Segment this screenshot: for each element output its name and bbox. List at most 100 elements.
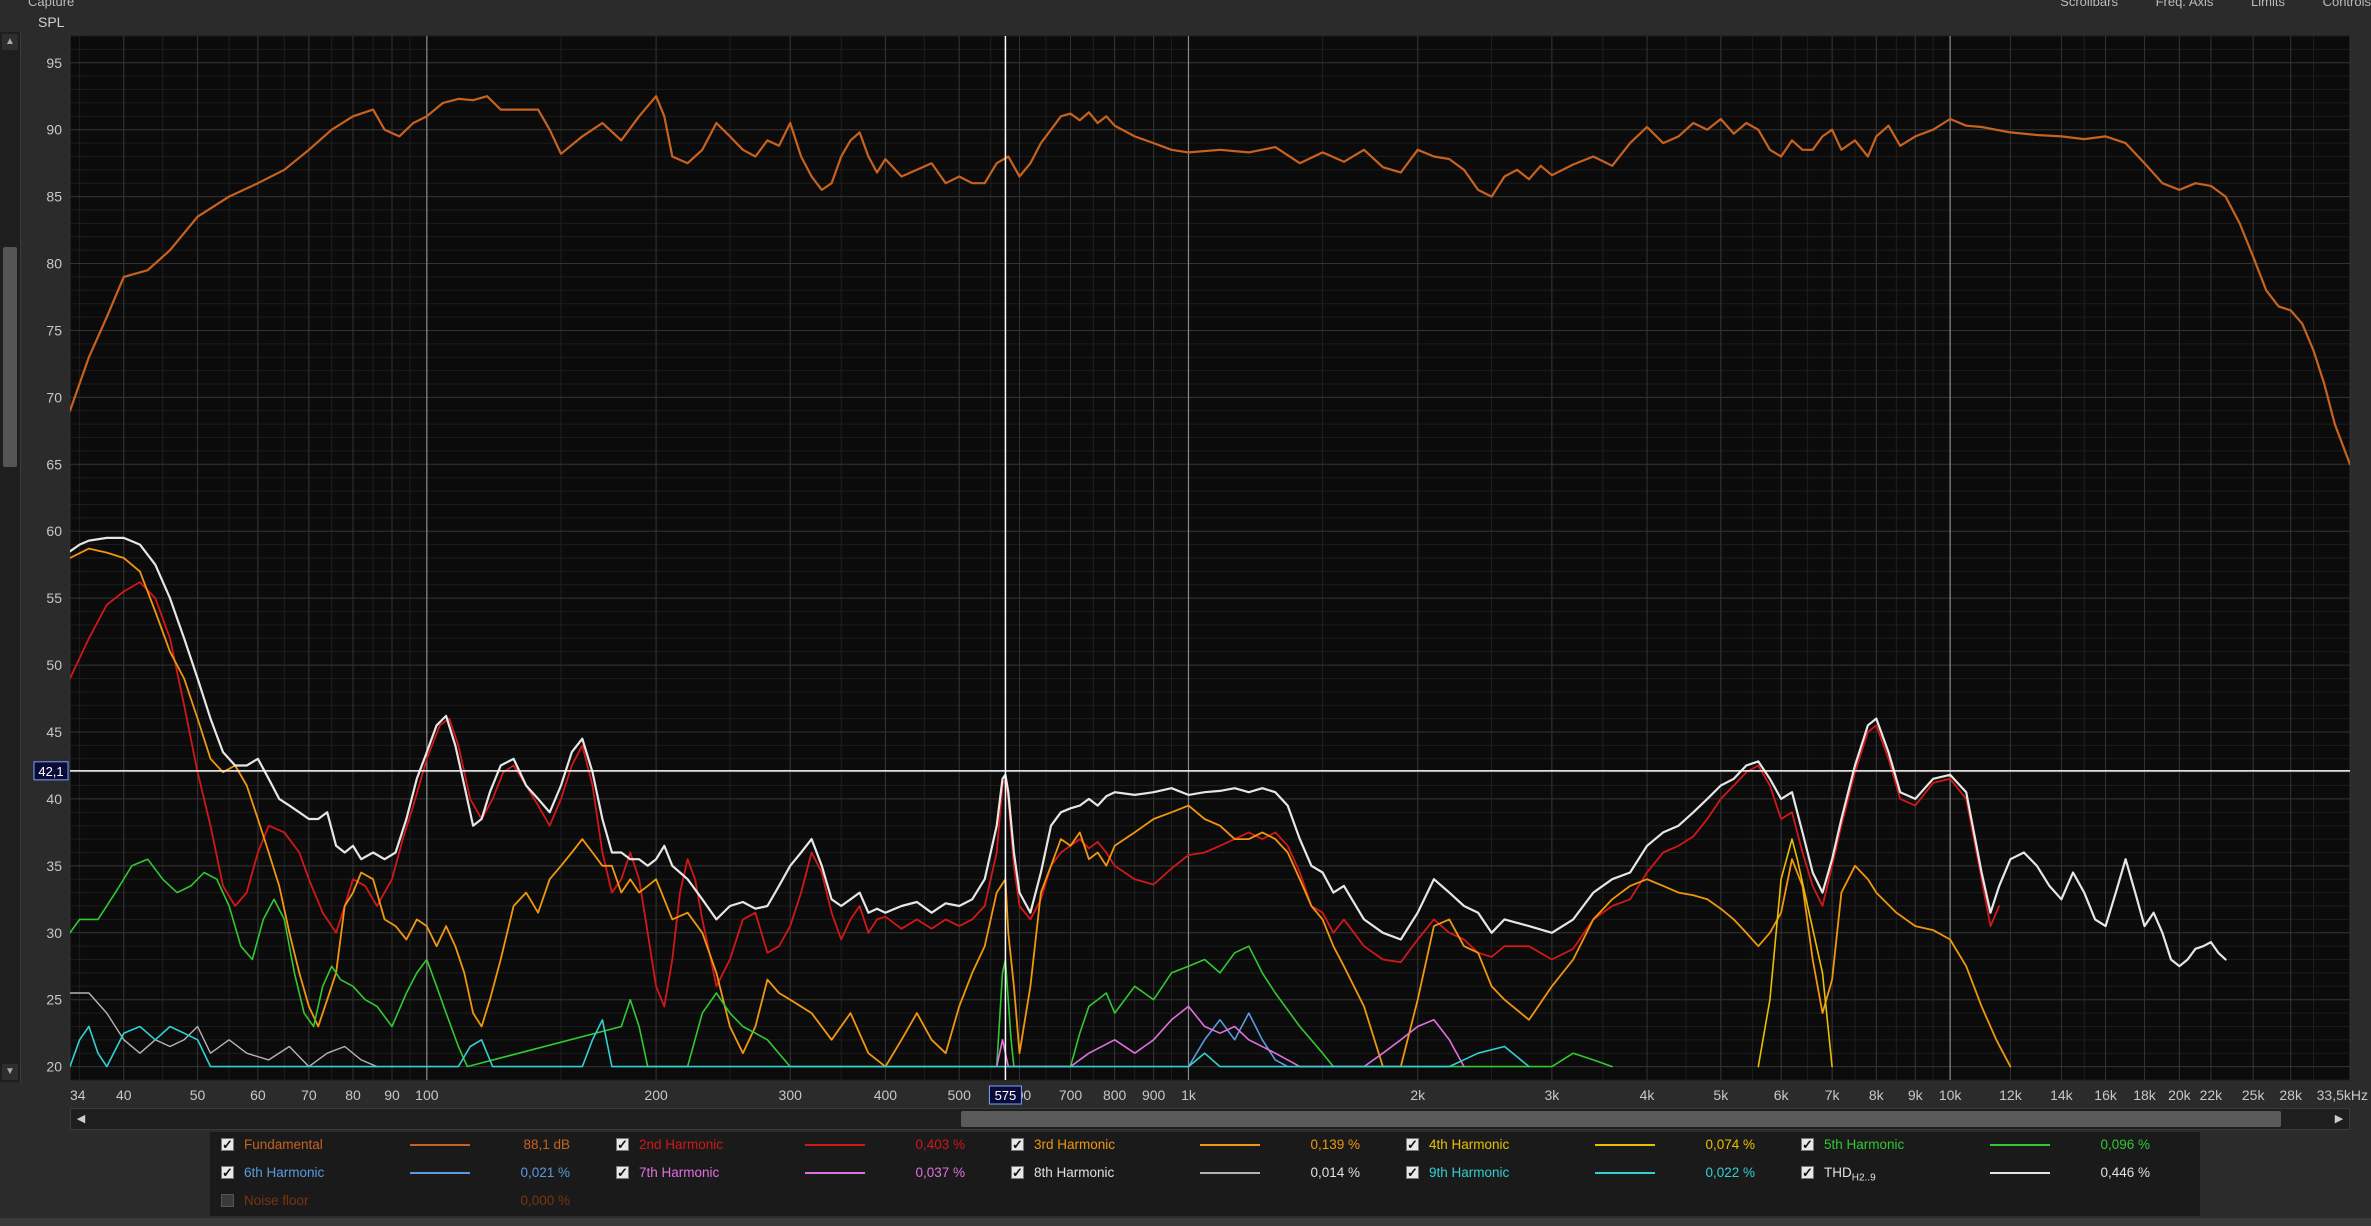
legend-item-fundamental[interactable]: ✓ Fundamental 88,1 dB [210, 1134, 605, 1156]
x-tick-label: 18k [2133, 1087, 2157, 1103]
y-tick-label: 25 [46, 992, 62, 1008]
legend-name: 8th Harmonic [1034, 1165, 1115, 1180]
x-tick-label: 8k [1869, 1087, 1885, 1103]
horizontal-scroll-thumb[interactable] [961, 1111, 2281, 1127]
legend-value: 88,1 dB [523, 1137, 570, 1152]
legend-value: 0,021 % [520, 1165, 570, 1180]
legend-item-h7[interactable]: ✓ 7th Harmonic 0,037 % [605, 1162, 1000, 1184]
y-tick-label: 45 [46, 724, 62, 740]
x-tick-label: 4k [1640, 1087, 1656, 1103]
legend-value: 0,037 % [915, 1165, 965, 1180]
legend-value: 0,446 % [2100, 1165, 2150, 1180]
legend-name: 9th Harmonic [1429, 1165, 1510, 1180]
horizontal-scrollbar[interactable]: ◀ ▶ [70, 1108, 2350, 1130]
legend-item-h5[interactable]: ✓ 5th Harmonic 0,096 % [1790, 1134, 2185, 1156]
legend-swatch [1595, 1172, 1655, 1174]
legend-checkbox[interactable]: ✓ [221, 1194, 234, 1207]
x-tick-label: 5k [1713, 1087, 1729, 1103]
x-tick-label: 60 [250, 1087, 266, 1103]
y-tick-label: 65 [46, 456, 62, 472]
legend-value: 0,096 % [2100, 1137, 2150, 1152]
legend-swatch [805, 1144, 865, 1146]
y-tick-label: 35 [46, 858, 62, 874]
legend-subscript: H2..9 [1851, 1172, 1876, 1184]
legend-checkbox[interactable]: ✓ [616, 1138, 629, 1151]
legend-name: 6th Harmonic [244, 1165, 325, 1180]
x-tick-label: 12k [1999, 1087, 2023, 1103]
legend-name: 5th Harmonic [1824, 1137, 1905, 1152]
x-tick-label: 80 [345, 1087, 361, 1103]
legend-name: THDH2..9 [1824, 1165, 1876, 1184]
legend-item-thd[interactable]: ✓ THDH2..9 0,446 % [1790, 1162, 2185, 1184]
legend-name: 2nd Harmonic [639, 1137, 724, 1152]
x-tick-label: 1k [1181, 1087, 1197, 1103]
legend-checkbox[interactable]: ✓ [1801, 1138, 1814, 1151]
x-tick-label: 28k [2279, 1087, 2303, 1103]
x-tick-labels: 3440506070809010020030040050060070080090… [70, 1087, 2368, 1103]
x-tick-label: 800 [1103, 1087, 1127, 1103]
y-tick-label: 70 [46, 389, 62, 405]
x-tick-label: 40 [116, 1087, 132, 1103]
x-tick-label: 500 [948, 1087, 972, 1103]
legend-value: 0,022 % [1705, 1165, 1755, 1180]
legend-item-h6[interactable]: ✓ 6th Harmonic 0,021 % [210, 1162, 605, 1184]
legend-swatch [1990, 1172, 2050, 1174]
legend-name: 4th Harmonic [1429, 1137, 1510, 1152]
x-tick-label: 90 [384, 1087, 400, 1103]
legend-panel: ✓ Fundamental 88,1 dB ✓ 2nd Harmonic 0,403 % ✓… [210, 1132, 2200, 1216]
y-tick-label: 60 [46, 523, 62, 539]
legend-checkbox[interactable]: ✓ [1406, 1166, 1419, 1179]
y-tick-label: 90 [46, 122, 62, 138]
y-tick-label: 95 [46, 55, 62, 71]
legend-checkbox[interactable]: ✓ [1011, 1166, 1024, 1179]
x-tick-label: 7k [1825, 1087, 1841, 1103]
x-tick-label: 2k [1410, 1087, 1426, 1103]
scroll-right-icon[interactable]: ▶ [2331, 1111, 2347, 1127]
legend-swatch [1595, 1144, 1655, 1146]
y-tick-label: 85 [46, 189, 62, 205]
legend-swatch [410, 1172, 470, 1174]
x-tick-label: 3k [1544, 1087, 1560, 1103]
legend-checkbox[interactable]: ✓ [616, 1166, 629, 1179]
legend-swatch [805, 1172, 865, 1174]
legend-checkbox[interactable]: ✓ [221, 1138, 234, 1151]
x-tick-label: 33,5kHz [2317, 1087, 2368, 1103]
x-tick-label: 70 [301, 1087, 317, 1103]
x-tick-label: 25k [2242, 1087, 2266, 1103]
legend-checkbox[interactable]: ✓ [1406, 1138, 1419, 1151]
legend-value: 0,139 % [1310, 1137, 1360, 1152]
x-tick-label: 34 [70, 1087, 86, 1103]
legend-swatch [1200, 1144, 1260, 1146]
legend-item-h8[interactable]: ✓ 8th Harmonic 0,014 % [1000, 1162, 1395, 1184]
legend-checkbox[interactable]: ✓ [1801, 1166, 1814, 1179]
x-tick-label: 20k [2168, 1087, 2192, 1103]
legend-checkbox[interactable]: ✓ [221, 1166, 234, 1179]
x-tick-label: 400 [874, 1087, 898, 1103]
legend-item-noise[interactable]: ✓ Noise floor 0,000 % [210, 1190, 605, 1212]
legend-value: 0,000 % [520, 1193, 570, 1208]
legend-item-h2[interactable]: ✓ 2nd Harmonic 0,403 % [605, 1134, 1000, 1156]
legend-name: Fundamental [244, 1137, 323, 1152]
scroll-left-icon[interactable]: ◀ [73, 1111, 89, 1127]
x-tick-label: 700 [1059, 1087, 1083, 1103]
y-tick-label: 40 [46, 791, 62, 807]
y-tick-label: 50 [46, 657, 62, 673]
x-tick-label: 22k [2200, 1087, 2224, 1103]
legend-checkbox[interactable]: ✓ [1011, 1138, 1024, 1151]
legend-name: 7th Harmonic [639, 1165, 720, 1180]
legend-item-h4[interactable]: ✓ 4th Harmonic 0,074 % [1395, 1134, 1790, 1156]
legend-name: 3rd Harmonic [1034, 1137, 1116, 1152]
legend-item-h3[interactable]: ✓ 3rd Harmonic 0,139 % [1000, 1134, 1395, 1156]
legend-value: 0,074 % [1705, 1137, 1755, 1152]
legend-swatch [1990, 1144, 2050, 1146]
y-tick-label: 30 [46, 925, 62, 941]
legend-value: 0,403 % [915, 1137, 965, 1152]
spl-chart[interactable]: 20 25 30 35 40 45 50 55 60 65 70 75 80 85 90 95 34 40 50 6… [0, 0, 2371, 1110]
x-tick-label: 9k [1908, 1087, 1924, 1103]
y-tick-labels: 20 25 30 35 40 45 50 55 60 65 70 75 80 85 90 95 [46, 55, 62, 1075]
y-tick-label: 55 [46, 590, 62, 606]
legend-swatch [410, 1144, 470, 1146]
cursor-freq-label: 575 [995, 1088, 1017, 1103]
x-tick-label: 900 [1142, 1087, 1166, 1103]
legend-item-h9[interactable]: ✓ 9th Harmonic 0,022 % [1395, 1162, 1790, 1184]
